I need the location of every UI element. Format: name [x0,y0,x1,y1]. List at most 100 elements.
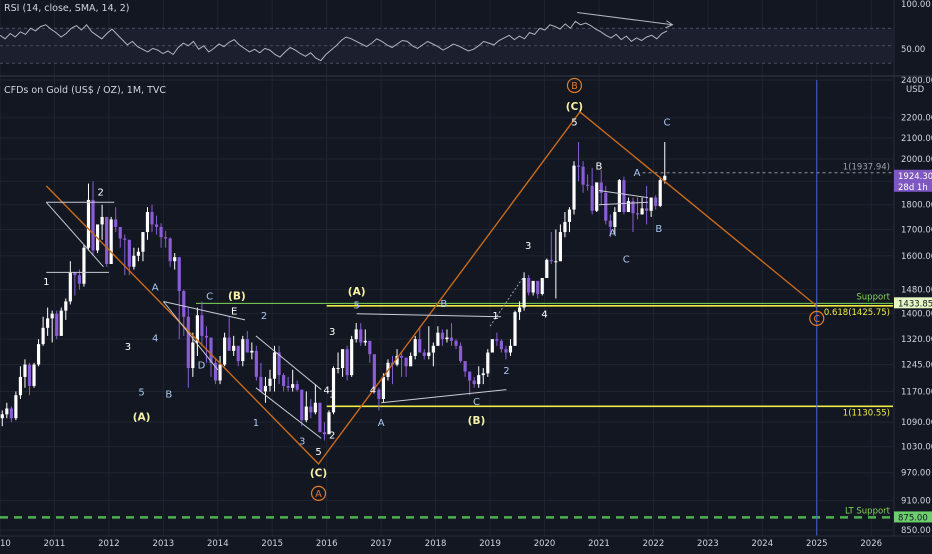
candle-body [132,255,136,267]
wave-label: B [655,224,662,235]
candle-body [100,216,104,225]
candle-body [182,291,186,317]
wave-label: 2 [261,311,267,322]
last-price-tag: 1924.30 [898,172,932,182]
candle-body [14,395,18,419]
x-tick-label: 2026 [860,539,882,549]
candle-body [23,364,27,377]
x-tick-label: 2010 [0,539,11,549]
candle-body [68,272,72,302]
wave-label: 5 [138,387,144,398]
candle-body [36,344,41,365]
x-tick-label: 2011 [44,539,66,549]
y-tick-label: 1400.00 [901,310,932,320]
currency-label: USD [906,85,925,95]
wave-label: C [623,254,630,265]
candle-body [586,184,590,186]
wave-label: B [165,389,172,400]
candle-body [563,221,567,233]
candle-body [118,226,122,239]
candle-body [381,376,386,399]
candle-body [522,278,526,308]
wave-label: E [231,307,237,318]
candle-body [576,165,581,167]
candle-body [399,355,404,358]
candle-body [150,212,154,225]
candle-body [635,213,640,215]
candle-body [595,182,599,211]
wave-label: 2 [98,188,104,199]
candle-body [55,313,59,336]
candle-body [282,375,286,386]
candle-body [454,340,458,346]
x-tick-label: 2021 [588,539,610,549]
y-tick-label: 1170.00 [901,387,932,397]
candle-body [513,312,517,346]
wave-label: (A) [348,286,366,298]
y-tick-label: 2000.00 [901,155,932,165]
candle-body [567,209,572,222]
candle-body [5,408,9,415]
lt-support-price-tag: 875.00 [898,513,928,523]
candle-body [259,376,263,392]
wave-label: 1 [43,277,49,288]
x-tick-label: 2016 [316,539,338,549]
candle-body [359,329,363,343]
candle-body [658,180,662,206]
candle-body [336,368,340,370]
candle-body [345,349,349,376]
candle-body [531,280,535,293]
candle-body [468,371,472,381]
y-tick-label: 1700.00 [901,225,932,235]
support-price-tag: 1433.85 [898,299,932,309]
wave-label: 5 [315,447,321,458]
candle-body [236,345,240,362]
candle-body [608,220,612,227]
candle-body [445,337,449,340]
candle-body [404,357,408,367]
candle-body [495,339,499,341]
chart-background [0,0,932,550]
x-tick-label: 2013 [153,539,175,549]
candle-body [617,180,621,213]
candle-body [549,259,553,262]
candle-body [268,378,272,386]
candle-body [59,310,63,336]
candle-body [218,364,222,381]
candle-body [209,337,213,363]
candle-body [640,208,644,215]
candle-body [9,408,13,419]
candle-body [272,352,277,379]
wave-label: B [596,162,603,173]
candle-body [477,375,481,385]
x-tick-label: 2023 [697,539,719,549]
candle-body [159,226,163,238]
candle-body [304,406,308,421]
candle-body [341,349,345,369]
candle-body [540,278,544,294]
wave-label: A [152,283,159,294]
y-tick-label: 970.00 [901,469,931,479]
candle-body [427,352,431,356]
candle-body [27,364,32,386]
candle-body [463,361,467,372]
chart-title: CFDs on Gold (US$ / OZ), 1M, TVC [4,85,166,96]
candle-body [86,199,91,248]
wave-label: 2 [329,430,335,441]
candle-body [254,350,258,377]
gold-price-chart[interactable]: 1(1937.94) 0.618(1425.75) 1(1130.55) Suppor… [0,0,932,550]
candle-body [436,332,440,346]
wave-label: (C) [566,101,583,113]
candle-body [186,316,190,369]
candle-body [572,165,576,210]
candle-body [422,352,426,356]
wave-label: C [206,291,213,302]
rsi-title: RSI (14, close, SMA, 14, 2) [4,3,129,14]
candle-body [291,384,295,388]
candle-body [164,237,168,239]
wave-label: 5 [353,300,359,311]
candle-body [440,332,445,340]
y-tick-label: 1600.00 [901,252,932,262]
wave-circle-label: B [571,81,578,92]
y-tick-label: 850.00 [901,526,931,536]
